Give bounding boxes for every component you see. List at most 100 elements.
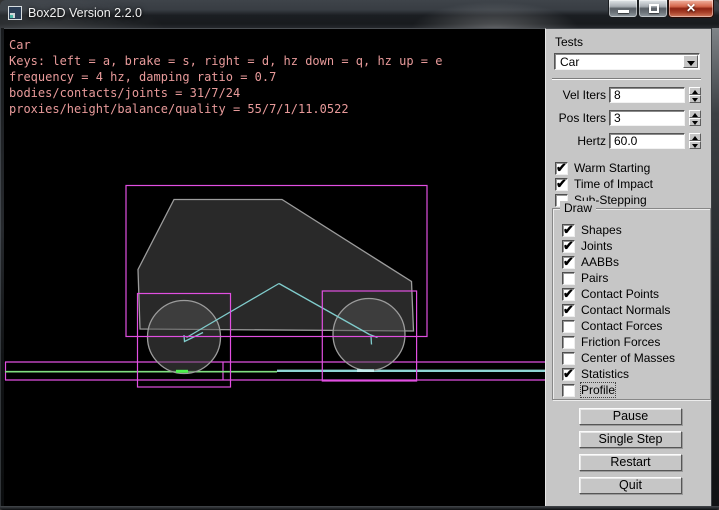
tests-selected-value: Car [560,55,579,69]
checkmark-icon: ✔ [563,222,574,238]
spinner-stepper[interactable] [689,133,701,149]
spinner-down-button[interactable] [689,95,701,103]
titlebar[interactable]: Box2D Version 2.2.0 ✕ [0,0,719,28]
checkmark-icon: ✔ [563,302,574,318]
close-button[interactable]: ✕ [668,0,714,18]
checkbox-label: Shapes [581,223,622,237]
app-window: Box2D Version 2.2.0 ✕ [0,0,719,510]
checkbox-row[interactable]: ✔ Statistics [562,366,675,382]
checkbox-row[interactable]: ✔ AABBs [562,254,675,270]
hud-line: frequency = 4 hz, damping ratio = 0.7 [9,69,442,85]
checkbox[interactable]: ✔ [562,320,575,333]
checkbox[interactable]: ✔ [562,352,575,365]
checkbox[interactable]: ✔ [562,288,575,301]
checkbox-label: Statistics [581,367,629,381]
action-button[interactable]: Restart [579,454,682,471]
action-button[interactable]: Pause [579,408,682,425]
action-buttons: Pause Single Step Restart Quit [579,408,682,500]
window-title: Box2D Version 2.2.0 [28,6,142,20]
spinner-row: Vel Iters 8 [546,87,701,103]
app-icon [8,6,22,20]
checkbox[interactable]: ✔ [562,304,575,317]
checkbox[interactable]: ✔ [555,162,568,175]
hud-text: CarKeys: left = a, brake = s, right = d,… [9,37,442,117]
checkbox[interactable]: ✔ [562,256,575,269]
minimize-icon [618,10,629,13]
checkbox-row[interactable]: ✔ Joints [562,238,675,254]
spinner-stepper[interactable] [689,87,701,103]
checkbox[interactable]: ✔ [562,384,575,397]
action-button[interactable]: Single Step [579,431,682,448]
hud-line: Car [9,37,442,53]
spinner-stepper[interactable] [689,110,701,126]
spinner-rows: Vel Iters 8 Pos Iters 3 Hertz 60.0 [546,87,701,156]
checkbox-label: Contact Forces [581,319,662,333]
spinner-value-field[interactable]: 8 [609,87,685,103]
simulation-viewport[interactable]: CarKeys: left = a, brake = s, right = d,… [4,28,545,506]
hud-line: Keys: left = a, brake = s, right = d, hz… [9,53,442,69]
checkbox[interactable]: ✔ [562,336,575,349]
dropdown-button[interactable] [683,55,698,68]
checkmark-icon: ✔ [563,254,574,270]
spinner-value-field[interactable]: 3 [609,110,685,126]
checkbox-label: Profile [581,383,615,397]
checkbox-label: Contact Points [581,287,659,301]
checkbox[interactable]: ✔ [562,368,575,381]
spinner-down-button[interactable] [689,118,701,126]
checkbox[interactable]: ✔ [562,272,575,285]
chevron-down-icon [687,61,695,66]
checkbox-row[interactable]: ✔ Profile [562,382,675,398]
tests-dropdown[interactable]: Car [554,53,700,70]
action-button[interactable]: Quit [579,477,682,494]
checkbox-row[interactable]: ✔ Contact Points [562,286,675,302]
minimize-button[interactable] [608,0,638,18]
close-icon: ✕ [669,0,713,17]
checkbox[interactable]: ✔ [555,178,568,191]
arrow-down-icon [692,98,698,102]
spinner-up-button[interactable] [689,133,701,141]
checkbox-row[interactable]: ✔ Friction Forces [562,334,675,350]
spinner-label: Hertz [546,134,606,148]
hud-line: proxies/height/balance/quality = 55/7/1/… [9,101,442,117]
spinner-row: Hertz 60.0 [546,133,701,149]
spinner-label: Vel Iters [546,88,606,102]
arrow-down-icon [692,121,698,125]
checkbox-row[interactable]: ✔ Warm Starting [555,160,653,176]
checkbox-row[interactable]: ✔ Center of Masses [562,350,675,366]
maximize-button[interactable] [638,0,668,18]
draw-group-label: Draw [560,201,596,215]
checkbox-row[interactable]: ✔ Pairs [562,270,675,286]
checkbox-label: Time of Impact [574,177,653,191]
checkmark-icon: ✔ [563,286,574,302]
checkmark-icon: ✔ [563,366,574,382]
draw-groupbox: Draw ✔ Shapes ✔ Joints ✔ AABBs ✔ Pairs ✔ [552,208,711,400]
checkmark-icon: ✔ [563,238,574,254]
checkbox-label: Pairs [581,271,608,285]
checkbox-label: Contact Normals [581,303,670,317]
spinner-row: Pos Iters 3 [546,110,701,126]
checkbox-label: Friction Forces [581,335,660,349]
checkbox-label: Center of Masses [581,351,675,365]
hud-line: bodies/contacts/joints = 31/7/24 [9,85,442,101]
tests-label: Tests [555,35,583,49]
separator [552,78,701,80]
checkbox-label: Warm Starting [574,161,650,175]
spinner-value-field[interactable]: 60.0 [609,133,685,149]
draw-checkboxes: ✔ Shapes ✔ Joints ✔ AABBs ✔ Pairs ✔ Cont… [562,222,675,398]
checkmark-icon: ✔ [556,160,567,176]
arrow-up-icon [692,113,698,117]
spinner-up-button[interactable] [689,110,701,118]
maximize-icon [649,4,659,13]
checkbox-row[interactable]: ✔ Contact Normals [562,302,675,318]
checkbox-row[interactable]: ✔ Time of Impact [555,176,653,192]
checkbox[interactable]: ✔ [562,224,575,237]
checkbox-row[interactable]: ✔ Contact Forces [562,318,675,334]
window-right-border [711,28,719,506]
spinner-label: Pos Iters [546,111,606,125]
control-panel: Tests Car Vel Iters 8 Pos Iters 3 [545,28,711,506]
spinner-down-button[interactable] [689,141,701,149]
checkbox[interactable]: ✔ [562,240,575,253]
checkbox-row[interactable]: ✔ Shapes [562,222,675,238]
checkmark-icon: ✔ [556,176,567,192]
spinner-up-button[interactable] [689,87,701,95]
